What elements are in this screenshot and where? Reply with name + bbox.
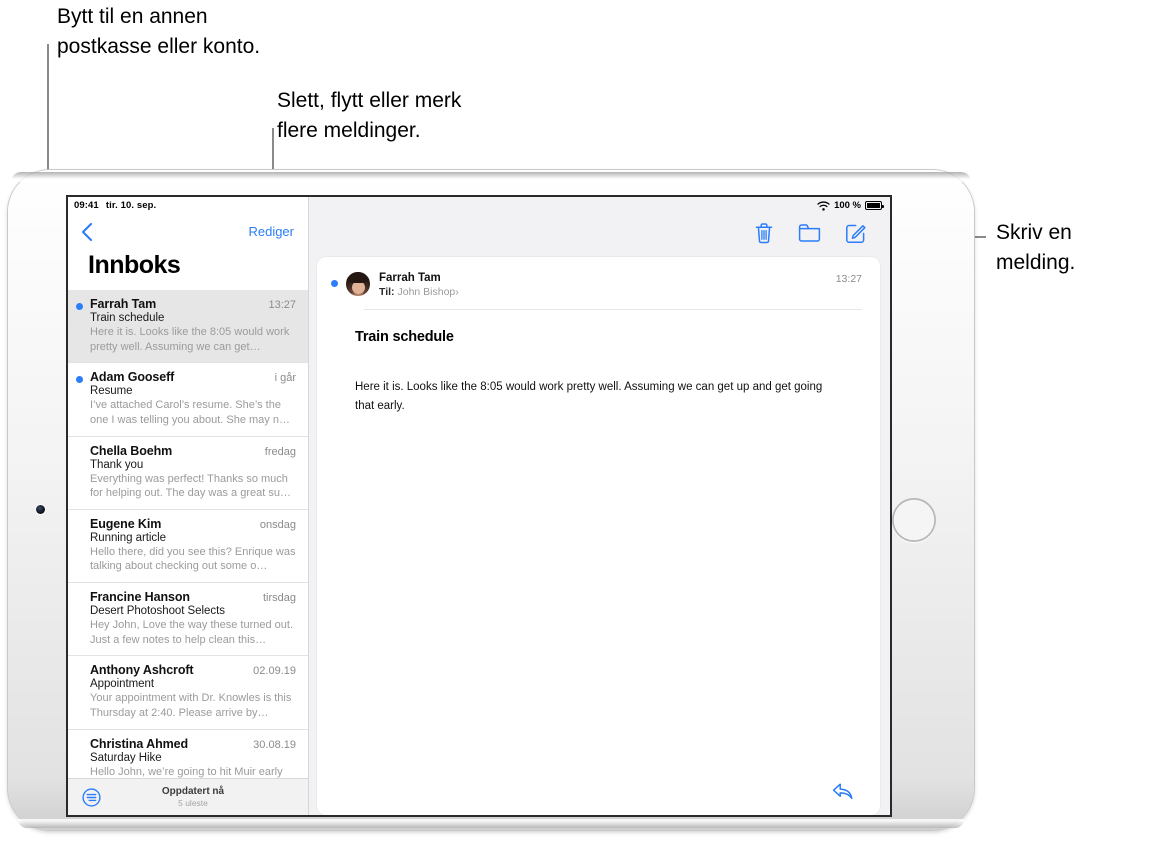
message-sender: Chella Boehm [90, 443, 173, 458]
message-subject: Thank you [90, 458, 144, 471]
message-preview: Hello there, did you see this? Enrique w… [90, 545, 296, 573]
avatar [346, 272, 370, 296]
message-sender: Farrah Tam [90, 297, 157, 311]
front-camera-icon [36, 505, 45, 514]
edit-button[interactable]: Rediger [248, 224, 294, 239]
message-preview: Hello John, we’re going to hit Muir earl… [90, 765, 283, 778]
list-item[interactable]: Adam Gooseff i går Resume I’ve attached … [68, 362, 308, 435]
battery-icon [865, 201, 884, 210]
message-time: 13:27 [835, 273, 862, 285]
filter-icon[interactable] [82, 788, 101, 807]
unread-count: 5 uleste [178, 798, 208, 808]
message-sender: Christina Ahmed [90, 736, 189, 751]
message-preview: Your appointment with Dr. Knowles is thi… [90, 692, 292, 719]
message-date: fredag [264, 445, 296, 458]
wifi-icon [817, 201, 830, 211]
reply-icon[interactable] [832, 782, 854, 801]
mail-sidebar: 09:41 tir. 10. sep. Rediger Innboks Farr… [68, 197, 309, 815]
list-item[interactable]: Anthony Ashcroft 02.09.19 Appointment Yo… [68, 655, 308, 728]
message-subject: Resume [90, 385, 133, 398]
sidebar-footer-text: Oppdatert nå 5 uleste [68, 786, 308, 808]
message-card: Farrah Tam Til: John Bishop› 13:27 Train… [317, 257, 880, 815]
message-subject-heading: Train schedule [355, 329, 454, 345]
compose-icon[interactable] [845, 223, 866, 244]
message-subject: Appointment [90, 678, 155, 691]
home-button[interactable] [892, 498, 936, 542]
list-item[interactable]: Eugene Kim onsdag Running article Hello … [68, 508, 308, 582]
message-date: 13:27 [268, 299, 296, 311]
message-preview: Hey John, Love the way these turned out.… [90, 619, 294, 646]
message-preview: I’ve attached Carol’s resume. She’s the … [90, 399, 290, 426]
sidebar-nav-row: Rediger [68, 214, 308, 249]
status-bar-time: 09:41 [74, 200, 99, 211]
status-bar-left: 09:41 tir. 10. sep. [68, 197, 308, 214]
message-date: tirsdag [262, 592, 296, 604]
message-to-label: Til: [379, 286, 395, 298]
page-title: Innboks [88, 251, 181, 279]
chevron-right-icon: › [455, 286, 459, 298]
message-detail-pane: 100 % Farrah Tam Til: John Bishop› 13:27… [309, 197, 890, 815]
message-header: Farrah Tam Til: John Bishop› 13:27 [317, 257, 880, 298]
folder-icon[interactable] [798, 223, 821, 243]
message-list[interactable]: Farrah Tam 13:27 Train schedule Here it … [68, 290, 308, 778]
message-sender: Eugene Kim [90, 516, 162, 531]
message-toolbar [309, 214, 890, 252]
message-participants: Farrah Tam Til: John Bishop› [379, 272, 836, 298]
callout-edit-messages-text: Slett, flytt eller merk flere meldinger. [277, 89, 462, 142]
message-date: 30.08.19 [253, 738, 296, 751]
message-sender: Francine Hanson [90, 590, 190, 604]
trash-icon[interactable] [754, 222, 774, 244]
message-subject: Saturday Hike [90, 751, 162, 764]
message-preview: Here it is. Looks like the 8:05 would wo… [90, 326, 290, 353]
unread-dot-icon [331, 280, 338, 287]
unread-dot-icon [76, 303, 83, 310]
update-status: Oppdatert nå [161, 786, 225, 797]
message-preview: Everything was perfect! Thanks so much f… [90, 472, 291, 500]
status-bar-date: tir. 10. sep. [105, 200, 157, 211]
message-date: 02.09.19 [253, 665, 296, 678]
battery-percent: 100 % [834, 200, 861, 211]
message-subject: Desert Photoshoot Selects [90, 605, 225, 617]
message-subject: Running article [90, 531, 166, 544]
message-body: Here it is. Looks like the 8:05 would wo… [355, 381, 823, 412]
message-sender: Adam Gooseff [90, 370, 175, 385]
message-to-name: John Bishop [397, 286, 456, 298]
message-sender: Anthony Ashcroft [90, 663, 194, 678]
sidebar-footer: Oppdatert nå 5 uleste [68, 778, 308, 815]
callout-switch-mailbox-text: Bytt til en annen postkasse eller konto. [57, 5, 261, 58]
list-item[interactable]: Christina Ahmed 30.08.19 Saturday Hike H… [68, 728, 308, 779]
message-date: onsdag [259, 518, 296, 531]
message-subject: Train schedule [90, 312, 165, 324]
ipad-screen: 09:41 tir. 10. sep. Rediger Innboks Farr… [68, 197, 890, 815]
screenshot-root: Bytt til en annen postkasse eller konto.… [0, 0, 1149, 841]
callout-compose-text: Skriv en melding. [996, 221, 1076, 274]
message-from: Farrah Tam [379, 272, 441, 284]
list-item[interactable]: Farrah Tam 13:27 Train schedule Here it … [68, 290, 308, 363]
unread-dot-icon [76, 376, 83, 384]
message-date: i går [274, 372, 296, 385]
back-chevron-icon[interactable] [80, 221, 94, 243]
list-item[interactable]: Francine Hanson tirsdag Desert Photoshoo… [68, 582, 308, 655]
ipad-device-frame: 09:41 tir. 10. sep. Rediger Innboks Farr… [8, 170, 974, 830]
message-to[interactable]: Til: John Bishop› [379, 286, 836, 298]
status-bar-right: 100 % [309, 197, 890, 214]
list-item[interactable]: Chella Boehm fredag Thank you Everything… [68, 435, 308, 509]
